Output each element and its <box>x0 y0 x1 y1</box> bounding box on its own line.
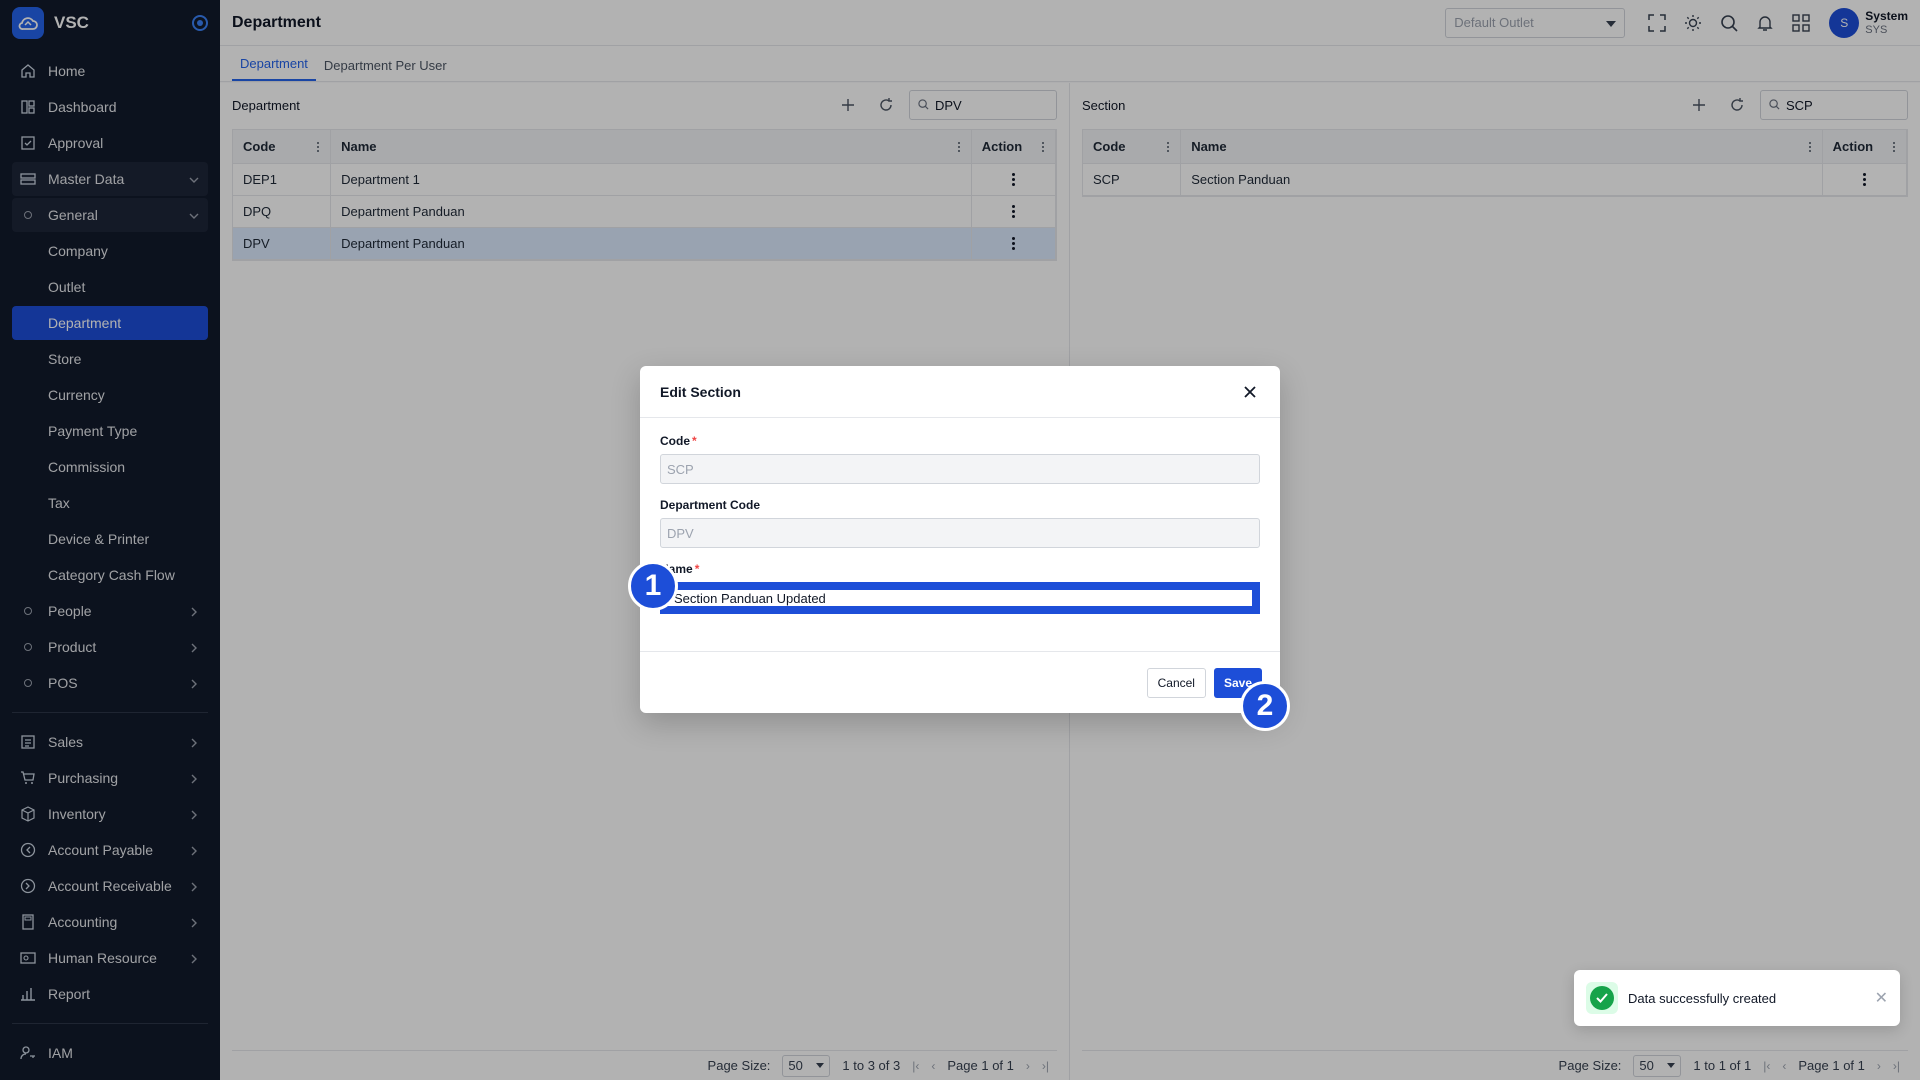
department-code-field-group: Department Code DPV <box>660 498 1260 548</box>
close-icon[interactable] <box>1240 382 1260 402</box>
dialog-header: Edit Section <box>640 366 1280 418</box>
toast-message: Data successfully created <box>1628 990 1777 1006</box>
code-field-group: Code * SCP <box>660 434 1260 484</box>
code-label: Code * <box>660 434 1260 448</box>
success-toast: Data successfully created ✕ <box>1574 970 1900 1026</box>
dialog-footer: Cancel Save <box>640 651 1280 713</box>
close-icon[interactable]: ✕ <box>1875 988 1888 1008</box>
required-marker: * <box>694 562 700 576</box>
label-text: Code <box>660 434 690 448</box>
name-label: Name * <box>660 562 1260 576</box>
dialog-title: Edit Section <box>660 383 741 400</box>
edit-section-dialog: Edit Section Code * SCP Department Code D… <box>640 366 1280 713</box>
cancel-button[interactable]: Cancel <box>1146 667 1206 698</box>
required-marker: * <box>692 434 697 448</box>
step-marker-2: 2 <box>1240 681 1290 731</box>
name-field[interactable]: Section Panduan Updated <box>660 582 1260 614</box>
dialog-body: Code * SCP Department Code DPV Name * Sect… <box>640 418 1280 614</box>
step-marker-1: 1 <box>628 561 678 611</box>
department-code-label: Department Code <box>660 498 761 512</box>
toast-icon-wrap <box>1586 982 1618 1014</box>
department-code-field[interactable]: DPV <box>660 518 1260 548</box>
code-field[interactable]: SCP <box>660 454 1260 484</box>
name-field-group: Name * Section Panduan Updated <box>660 562 1260 614</box>
check-circle-icon <box>1590 986 1614 1010</box>
